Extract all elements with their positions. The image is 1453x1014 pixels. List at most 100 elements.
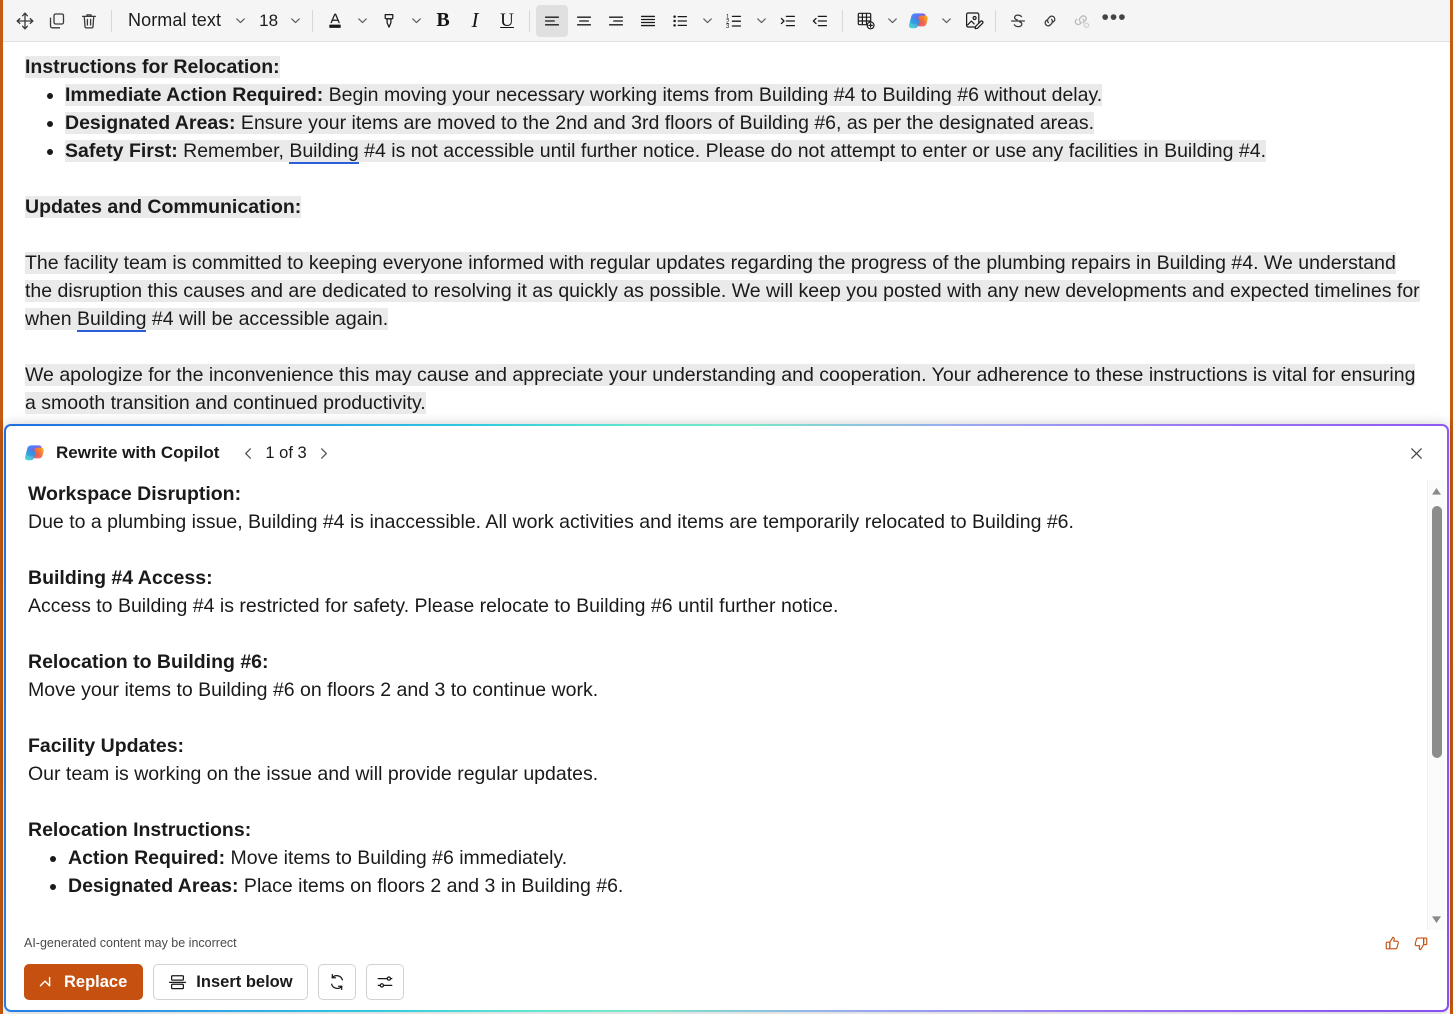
insert-table-chevron-down-icon[interactable] bbox=[881, 5, 903, 37]
list-item-text: Ensure your items are moved to the 2nd a… bbox=[235, 112, 1095, 134]
align-center-button[interactable] bbox=[568, 5, 600, 37]
scroll-down-button[interactable] bbox=[1428, 910, 1445, 928]
list-item-bold-label: Safety First: bbox=[65, 140, 178, 162]
copilot-button[interactable] bbox=[903, 5, 935, 37]
ai-disclaimer-text: AI-generated content may be incorrect bbox=[24, 936, 237, 950]
disclaimer-row: AI-generated content may be incorrect bbox=[24, 930, 1433, 956]
grammar-suggestion-word[interactable]: Building bbox=[77, 308, 147, 332]
move-icon bbox=[15, 11, 35, 31]
align-left-icon bbox=[542, 11, 562, 31]
document-heading-instructions: Instructions for Relocation: bbox=[25, 53, 1428, 81]
scroll-up-button[interactable] bbox=[1428, 482, 1445, 500]
list-item: Designated Areas: Ensure your items are … bbox=[65, 109, 1428, 137]
duplicate-icon bbox=[47, 11, 67, 31]
suggestion-block-heading: Relocation to Building #6: bbox=[28, 651, 269, 673]
more-options-button[interactable]: ••• bbox=[1098, 5, 1130, 37]
align-right-button[interactable] bbox=[600, 5, 632, 37]
thumbs-down-button[interactable] bbox=[1407, 932, 1433, 954]
insert-link-icon bbox=[1040, 11, 1060, 31]
replace-button-label: Replace bbox=[64, 972, 128, 991]
bulleted-list-button[interactable] bbox=[664, 5, 696, 37]
align-justify-button[interactable] bbox=[632, 5, 664, 37]
font-size-label[interactable]: 18 bbox=[251, 5, 284, 37]
highlight-button[interactable] bbox=[373, 5, 405, 37]
strikethrough-button[interactable] bbox=[1002, 5, 1034, 37]
copilot-panel-inner: Rewrite with Copilot 1 of 3 Workspace Di… bbox=[6, 426, 1447, 1010]
duplicate-button[interactable] bbox=[41, 5, 73, 37]
scrollbar-thumb[interactable] bbox=[1432, 506, 1442, 758]
paragraph-style-chevron-down-icon[interactable] bbox=[229, 5, 251, 37]
insert-below-icon bbox=[168, 973, 187, 992]
increase-indent-icon bbox=[778, 11, 798, 31]
decrease-indent-button[interactable] bbox=[804, 5, 836, 37]
increase-indent-button[interactable] bbox=[772, 5, 804, 37]
bold-button[interactable]: B bbox=[427, 5, 459, 37]
list-item-bold-label: Action Required: bbox=[68, 847, 226, 869]
insert-link-button[interactable] bbox=[1034, 5, 1066, 37]
list-item-bold-label: Designated Areas: bbox=[65, 112, 236, 134]
document-heading-updates-text: Updates and Communication: bbox=[25, 196, 302, 218]
replace-button[interactable]: Replace bbox=[24, 964, 144, 1000]
underline-button[interactable]: U bbox=[491, 5, 523, 37]
italic-icon: I bbox=[471, 8, 479, 32]
insert-table-icon bbox=[855, 10, 876, 31]
document-editor-window: Normal text 18 B I U 1 2 3 ••• Instructi… bbox=[0, 0, 1453, 1014]
toolbar-divider bbox=[312, 9, 314, 32]
thumbs-up-icon bbox=[1384, 935, 1401, 952]
remove-link-button bbox=[1066, 5, 1098, 37]
adjust-settings-button[interactable] bbox=[365, 964, 404, 1000]
document-paragraph-text: We apologize for the inconvenience this … bbox=[25, 364, 1416, 414]
list-item-bold-label: Immediate Action Required: bbox=[65, 84, 324, 106]
strikethrough-icon bbox=[1008, 11, 1028, 31]
italic-button[interactable]: I bbox=[459, 5, 491, 37]
suggestion-block-heading: Relocation Instructions: bbox=[28, 819, 252, 841]
list-item: Immediate Action Required: Begin moving … bbox=[65, 81, 1428, 109]
previous-suggestion-button[interactable] bbox=[233, 438, 263, 468]
font-color-button[interactable] bbox=[319, 5, 351, 37]
toolbar-divider bbox=[842, 9, 844, 32]
image-edit-button[interactable] bbox=[957, 5, 989, 37]
suggestion-pager: 1 of 3 bbox=[265, 443, 307, 462]
insert-table-button[interactable] bbox=[849, 5, 881, 37]
thumbs-up-button[interactable] bbox=[1379, 932, 1405, 954]
highlight-chevron-down-icon[interactable] bbox=[405, 5, 427, 37]
regenerate-button[interactable] bbox=[317, 964, 356, 1000]
suggestion-block: Relocation Instructions: Action Required… bbox=[28, 816, 1413, 900]
list-item: Designated Areas: Place items on floors … bbox=[68, 872, 1413, 900]
numbered-list-button[interactable]: 1 2 3 bbox=[718, 5, 750, 37]
scroll-down-arrow-icon bbox=[1431, 915, 1442, 924]
suggestion-block-body: Our team is working on the issue and wil… bbox=[28, 763, 599, 785]
suggestion-block-heading: Facility Updates: bbox=[28, 735, 185, 757]
rewrite-with-copilot-panel: Rewrite with Copilot 1 of 3 Workspace Di… bbox=[4, 424, 1449, 1012]
bulleted-list-chevron-down-icon[interactable] bbox=[696, 5, 718, 37]
font-size-chevron-down-icon[interactable] bbox=[284, 5, 306, 37]
copilot-scrollbar[interactable] bbox=[1427, 480, 1445, 930]
suggestion-block-body: Due to a plumbing issue, Building #4 is … bbox=[28, 511, 1074, 533]
close-panel-button[interactable] bbox=[1399, 436, 1433, 470]
chevron-right-icon bbox=[316, 446, 331, 461]
document-heading-instructions-text: Instructions for Relocation: bbox=[25, 56, 280, 78]
document-heading-updates: Updates and Communication: bbox=[25, 193, 1428, 221]
document-paragraph-apology: We apologize for the inconvenience this … bbox=[25, 361, 1428, 417]
formatting-toolbar: Normal text 18 B I U 1 2 3 ••• bbox=[3, 0, 1450, 42]
chevron-left-icon bbox=[241, 446, 256, 461]
paragraph-style-label[interactable]: Normal text bbox=[118, 5, 229, 37]
insert-below-button[interactable]: Insert below bbox=[153, 964, 308, 1000]
next-suggestion-button[interactable] bbox=[309, 438, 339, 468]
scroll-up-arrow-icon bbox=[1431, 487, 1442, 496]
copilot-logo-icon bbox=[24, 442, 46, 464]
copilot-action-buttons: Replace Insert below bbox=[24, 964, 1433, 1000]
numbered-list-chevron-down-icon[interactable] bbox=[750, 5, 772, 37]
list-item-text: Place items on floors 2 and 3 in Buildin… bbox=[238, 875, 624, 897]
copilot-chevron-down-icon[interactable] bbox=[935, 5, 957, 37]
font-color-chevron-down-icon[interactable] bbox=[351, 5, 373, 37]
delete-button[interactable] bbox=[73, 5, 105, 37]
highlight-icon bbox=[379, 11, 399, 31]
grammar-suggestion-word[interactable]: Building bbox=[289, 140, 359, 164]
align-left-button[interactable] bbox=[536, 4, 569, 37]
svg-text:3: 3 bbox=[726, 24, 730, 30]
move-object-button[interactable] bbox=[9, 5, 41, 37]
copilot-panel-header: Rewrite with Copilot 1 of 3 bbox=[6, 426, 1447, 480]
